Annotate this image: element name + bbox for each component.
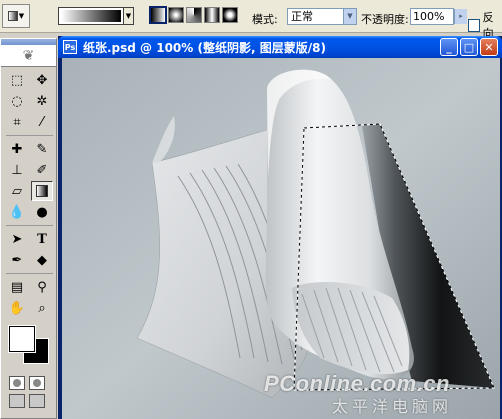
options-bar: ▼ ▼ 模式: 正常 ▼ 不透明度: 100% ▸ 反向 xyxy=(0,0,502,40)
slice-icon[interactable]: ⁄ xyxy=(31,112,53,132)
chevron-down-icon[interactable]: ▼ xyxy=(123,8,133,24)
shape-icon[interactable]: ◆ xyxy=(31,250,53,270)
color-swatches xyxy=(6,324,56,370)
watermark-brand: 太平洋电脑网 xyxy=(331,397,452,416)
document-icon: Ps xyxy=(63,40,77,54)
crop-icon[interactable]: ⌗ xyxy=(6,112,28,132)
document-window: Ps 纸张.psd @ 100% (整纸阴影, 图层蒙版/8) _ □ ✕ PC… xyxy=(58,36,502,419)
feather-logo-icon: ❦ xyxy=(1,45,56,67)
window-controls: _ □ ✕ xyxy=(440,38,498,56)
reverse-checkbox[interactable] xyxy=(468,18,480,32)
gradient-icon[interactable] xyxy=(31,181,53,201)
chevron-down-icon[interactable]: ▼ xyxy=(343,9,356,24)
standard-screen-icon[interactable] xyxy=(9,394,25,408)
full-screen-menu-icon[interactable] xyxy=(29,394,45,408)
eraser-icon[interactable]: ▱ xyxy=(6,181,28,201)
tool-grid: ⬚ ✥ ◌ ✲ ⌗ ⁄ ✚ ✎ ⊥ ✐ ▱ 💧 ● ➤ T ✒ ◆ ▤ ⚲ ✋ … xyxy=(1,67,56,318)
maximize-icon[interactable]: □ xyxy=(460,38,478,56)
opacity-value: 100% xyxy=(413,10,445,23)
notes-icon[interactable]: ▤ xyxy=(6,277,28,297)
quick-mask-group xyxy=(1,370,56,390)
foreground-color-swatch[interactable] xyxy=(8,325,36,353)
minimize-icon[interactable]: _ xyxy=(440,38,458,56)
healing-brush-icon[interactable]: ✚ xyxy=(6,139,28,159)
chevron-right-icon[interactable]: ▸ xyxy=(454,9,467,24)
gradient-picker[interactable]: ▼ xyxy=(58,7,134,25)
type-icon[interactable]: T xyxy=(31,229,53,249)
marquee-icon[interactable]: ⬚ xyxy=(6,70,28,90)
brush-icon[interactable]: ✎ xyxy=(31,139,53,159)
hand-icon[interactable]: ✋ xyxy=(6,298,28,318)
document-canvas[interactable]: PConline.com.cn 太平洋电脑网 xyxy=(62,58,500,419)
document-title: 纸张.psd @ 100% (整纸阴影, 图层蒙版/8) xyxy=(83,40,326,55)
reflected-gradient-icon[interactable] xyxy=(204,7,220,23)
blur-icon[interactable]: 💧 xyxy=(6,202,28,222)
angle-gradient-icon[interactable] xyxy=(186,7,202,23)
magic-wand-icon[interactable]: ✲ xyxy=(31,91,53,111)
clone-stamp-icon[interactable]: ⊥ xyxy=(6,160,28,180)
pen-icon[interactable]: ✒ xyxy=(6,250,28,270)
mode-select[interactable]: 正常 ▼ xyxy=(287,8,357,25)
history-brush-icon[interactable]: ✐ xyxy=(31,160,53,180)
toolbox: ❦ ⬚ ✥ ◌ ✲ ⌗ ⁄ ✚ ✎ ⊥ ✐ ▱ 💧 ● ➤ T ✒ ◆ ▤ ⚲ … xyxy=(0,38,57,419)
zoom-icon[interactable]: ⌕ xyxy=(31,298,53,318)
mode-label: 模式: xyxy=(252,13,278,26)
diamond-gradient-icon[interactable] xyxy=(222,7,238,23)
dodge-icon[interactable]: ● xyxy=(31,202,53,222)
photoshop-window: { "options_bar": { "mode_label": "模式:", … xyxy=(0,0,502,419)
gradient-type-group xyxy=(149,6,238,24)
standard-mode-icon[interactable] xyxy=(9,376,25,390)
document-titlebar[interactable]: Ps 纸张.psd @ 100% (整纸阴影, 图层蒙版/8) _ □ ✕ xyxy=(58,36,502,58)
linear-gradient-icon[interactable] xyxy=(149,6,167,24)
gradient-tool-preset-icon[interactable]: ▼ xyxy=(2,4,30,28)
eyedropper-icon[interactable]: ⚲ xyxy=(31,277,53,297)
canvas-artwork xyxy=(62,58,500,419)
close-icon[interactable]: ✕ xyxy=(480,38,498,56)
radial-gradient-icon[interactable] xyxy=(168,7,184,23)
opacity-input[interactable]: 100% ▸ xyxy=(410,8,467,25)
opacity-label: 不透明度: xyxy=(361,13,409,26)
path-select-icon[interactable]: ➤ xyxy=(6,229,28,249)
mode-value: 正常 xyxy=(291,10,313,23)
screen-mode-group xyxy=(1,390,56,408)
move-icon[interactable]: ✥ xyxy=(31,70,53,90)
quick-mask-mode-icon[interactable] xyxy=(29,376,45,390)
lasso-icon[interactable]: ◌ xyxy=(6,91,28,111)
